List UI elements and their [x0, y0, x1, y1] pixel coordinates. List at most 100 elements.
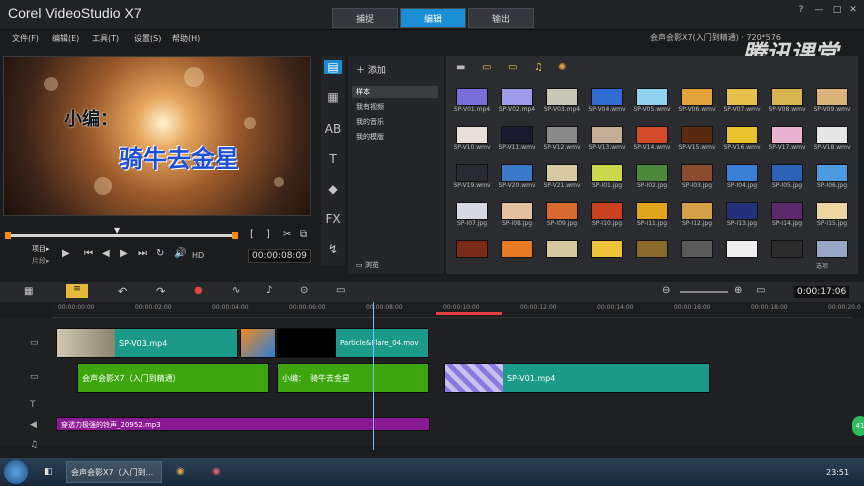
taskbar-app-button[interactable]: 会声会影X7（入门到... [66, 461, 162, 483]
motion-tracking-icon[interactable]: ⊙ [300, 285, 308, 296]
menu-edit[interactable]: 编辑(E) [52, 33, 79, 44]
library-thumbnail[interactable]: SP-V18.wmv [810, 126, 856, 151]
library-thumbnail[interactable]: SP-V19.wmv [450, 164, 496, 189]
library-thumbnail[interactable] [630, 240, 676, 258]
library-thumbnail[interactable]: SP-V03.mp4 [540, 88, 586, 113]
title-icon[interactable]: T [324, 152, 342, 166]
record-capture-icon[interactable]: ● [194, 285, 203, 296]
start-button-icon[interactable] [4, 460, 28, 484]
options-label[interactable]: 选项 [816, 261, 828, 270]
tree-item-music[interactable]: 我的音乐 [356, 117, 384, 127]
mark-out-icon[interactable]: ] [266, 229, 270, 240]
video-clip-2[interactable]: Particle&Flare_04.mov [277, 328, 429, 358]
library-thumbnail[interactable]: SP-V15.wmv [675, 126, 721, 151]
timeline-timecode[interactable]: 0:00:17:06 [794, 286, 850, 298]
library-thumbnail[interactable]: SP-V09.wmv [810, 88, 856, 113]
library-thumbnail[interactable]: SP-V12.wmv [540, 126, 586, 151]
music-track-icon[interactable]: ♫ [30, 440, 48, 450]
library-thumbnail[interactable]: SP-I12.jpg [675, 202, 721, 227]
tab-capture[interactable]: 捕捉 [332, 8, 398, 28]
enlarge-icon[interactable]: ⧉ [300, 229, 307, 240]
tree-item-videos[interactable]: 我有视频 [356, 102, 384, 112]
filter-icon[interactable]: FX [324, 212, 342, 226]
path-icon[interactable]: ↯ [324, 242, 342, 256]
tab-edit[interactable]: 编辑 [400, 8, 466, 28]
prev-frame-icon[interactable]: ◀ [102, 248, 110, 259]
chat-badge[interactable]: 41 [852, 416, 864, 436]
transition-clip[interactable] [240, 328, 276, 358]
browse-button[interactable]: ▭ 浏览 [356, 260, 379, 270]
library-thumbnail[interactable] [450, 240, 496, 258]
fit-project-icon[interactable]: ▭ [756, 285, 765, 296]
library-thumbnail[interactable]: SP-I14.jpg [765, 202, 811, 227]
mode-clip[interactable]: 片段▸ [32, 256, 50, 266]
video-filter-icon[interactable]: ▭ [482, 62, 491, 73]
title-track-icon[interactable]: T [30, 400, 48, 410]
trim-end-handle[interactable] [232, 232, 238, 239]
graphic-icon[interactable]: ◆ [324, 182, 342, 196]
menu-file[interactable]: 文件(F) [12, 33, 39, 44]
home-icon[interactable]: ⏮ [84, 248, 93, 259]
redo-icon[interactable]: ↷ [156, 285, 165, 298]
video-track-icon[interactable]: ▭ [30, 338, 48, 348]
sound-mixer-icon[interactable]: ∿ [232, 285, 240, 296]
auto-music-icon[interactable]: ♪ [266, 285, 272, 296]
title-clip-1[interactable]: 会声会影X7（入门到精通） [77, 363, 269, 393]
timeline-view-icon[interactable]: ≡ [66, 284, 88, 298]
next-frame-icon[interactable]: ▶ [120, 248, 128, 259]
end-icon[interactable]: ⏭ [138, 248, 147, 259]
library-thumbnail[interactable]: SP-I11.jpg [630, 202, 676, 227]
library-thumbnail[interactable]: SP-I09.jpg [540, 202, 586, 227]
library-thumbnail[interactable]: SP-V01.mp4 [450, 88, 496, 113]
maximize-button[interactable]: □ [830, 4, 844, 16]
folder-icon[interactable]: ▬ [456, 62, 465, 73]
play-icon[interactable]: ▶ [62, 248, 70, 259]
library-thumbnail[interactable]: SP-I15.jpg [810, 202, 856, 227]
tree-item-samples[interactable]: 样本 [352, 86, 438, 98]
preview-timecode[interactable]: 00:00:08:09 [248, 249, 311, 263]
library-thumbnail[interactable]: SP-I03.jpg [675, 164, 721, 189]
library-thumbnail[interactable]: SP-V02.mp4 [495, 88, 541, 113]
preview-scrubber[interactable] [5, 234, 237, 237]
library-thumbnail[interactable]: SP-V07.wmv [720, 88, 766, 113]
library-thumbnail[interactable] [810, 240, 856, 258]
volume-icon[interactable]: 🔊 [174, 248, 186, 259]
menu-settings[interactable]: 设置(S) [134, 33, 161, 44]
video-clip-1[interactable]: SP-V03.mp4 [56, 328, 238, 358]
library-thumbnail[interactable]: SP-V14.wmv [630, 126, 676, 151]
library-thumbnail[interactable]: SP-V08.wmv [765, 88, 811, 113]
library-thumbnail[interactable]: SP-V16.wmv [720, 126, 766, 151]
library-thumbnail[interactable]: SP-I10.jpg [585, 202, 631, 227]
split-icon[interactable]: ✂ [283, 229, 291, 240]
music-filter-icon[interactable]: ♫ [534, 62, 543, 73]
playhead[interactable] [373, 302, 374, 450]
subtitle-editor-icon[interactable]: ▭ [336, 285, 345, 296]
tree-item-templates[interactable]: 我的模版 [356, 132, 384, 142]
library-thumbnail[interactable]: SP-V20.wmv [495, 164, 541, 189]
mode-project[interactable]: 项目▸ [32, 244, 50, 254]
library-thumbnail[interactable]: SP-V10.wmv [450, 126, 496, 151]
library-thumbnail[interactable] [585, 240, 631, 258]
preview-window[interactable]: 小编： 骑牛去金星 [3, 56, 311, 216]
storyboard-view-icon[interactable]: ▦ [24, 286, 33, 297]
library-thumbnail[interactable]: SP-I02.jpg [630, 164, 676, 189]
library-thumbnail[interactable]: SP-I07.jpg [450, 202, 496, 227]
library-thumbnail[interactable] [495, 240, 541, 258]
repeat-icon[interactable]: ↻ [156, 248, 164, 259]
library-thumbnail[interactable]: SP-V05.wmv [630, 88, 676, 113]
voice-track-icon[interactable]: ◀ [30, 420, 48, 430]
undo-icon[interactable]: ↶ [118, 285, 127, 298]
settings-icon[interactable]: ✺ [558, 62, 566, 73]
overlay-track-icon[interactable]: ▭ [30, 372, 48, 382]
library-thumbnail[interactable] [540, 240, 586, 258]
media-icon[interactable]: ▤ [324, 60, 342, 74]
zoom-out-icon[interactable]: ⊖ [662, 285, 670, 296]
hd-badge[interactable]: HD [192, 251, 204, 260]
title-clip-2[interactable]: 小编： 骑牛去金星 [277, 363, 429, 393]
scrubber-handle-icon[interactable]: ▼ [114, 226, 120, 235]
close-button[interactable]: ✕ [846, 4, 860, 16]
library-thumbnail[interactable]: SP-V21.wmv [540, 164, 586, 189]
help-icon[interactable]: ? [794, 4, 808, 16]
taskbar-pin-icon[interactable]: ◧ [44, 467, 53, 477]
library-thumbnail[interactable] [765, 240, 811, 258]
